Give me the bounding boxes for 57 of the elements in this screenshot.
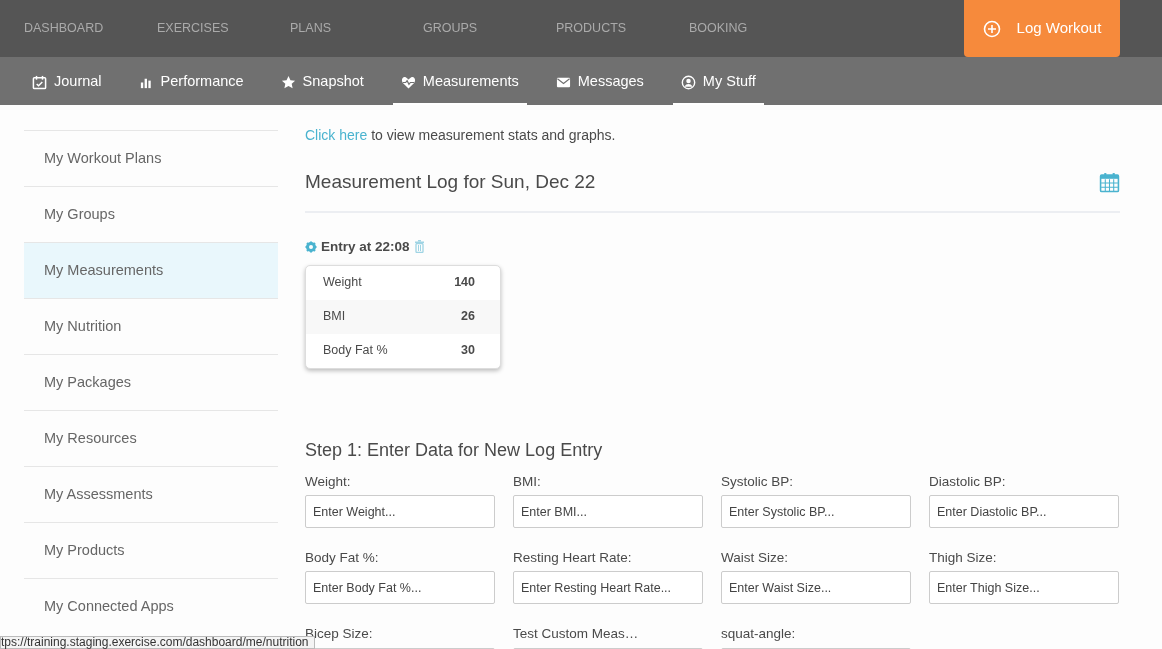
calendar-check-icon [32, 74, 47, 90]
user-circle-icon [680, 74, 696, 90]
nav-link[interactable]: GROUPS [399, 19, 532, 38]
nav-tab[interactable]: Snapshot [280, 61, 364, 105]
input-field[interactable]: Enter Weight... [305, 495, 495, 528]
input-field[interactable]: Enter Thigh Size... [929, 571, 1119, 605]
sidebar-item[interactable]: My Workout Plans [24, 130, 278, 186]
link-tooltip: tps://training.staging.exercise.com/dashboard/me/nutrition [0, 636, 315, 649]
field-label: Systolic BP: [721, 472, 795, 491]
field-label: squat-angle: [721, 625, 797, 644]
field-label: Diastolic BP: [929, 472, 1007, 491]
field-label: Test Custom Meas… [513, 625, 640, 644]
nav-link[interactable]: PRODUCTS [532, 19, 665, 38]
field-label: Body Fat %: [305, 549, 380, 567]
log-title: Measurement Log for Sun, Dec 22 [305, 170, 596, 194]
nav-link[interactable]: EXERCISES [133, 19, 266, 38]
nav-link[interactable]: BOOKING [665, 19, 798, 38]
entry-title: Entry at 22:08 [321, 237, 410, 256]
nav-tab[interactable]: Performance [138, 61, 244, 105]
field-label: Resting Heart Rate: [513, 549, 633, 567]
measurement-value: 140 [454, 274, 475, 292]
sidebar-item[interactable]: My Resources [24, 410, 278, 466]
nav-link[interactable]: DASHBOARD [0, 19, 133, 38]
plus-circle-icon [982, 19, 1001, 38]
field-label: Weight: [305, 472, 352, 491]
sidebar-item[interactable]: My Assessments [24, 466, 278, 522]
sidebar-item[interactable]: My Measurements [24, 242, 278, 298]
measurement-name: BMI [323, 308, 346, 326]
input-field[interactable]: Enter Diastolic BP... [929, 495, 1119, 528]
input-field[interactable]: Enter Systolic BP... [721, 495, 911, 528]
input-field[interactable]: Enter BMI... [513, 495, 703, 528]
nav-tab[interactable]: Journal [32, 61, 102, 105]
input-field[interactable]: Enter Body Fat %... [305, 571, 495, 605]
sidebar-item[interactable]: My Products [24, 522, 278, 578]
field-label: BMI: [513, 472, 542, 491]
star-icon [280, 74, 296, 90]
trash-icon[interactable] [413, 240, 425, 254]
measurement-name: Weight [323, 274, 362, 292]
sidebar-item[interactable]: My Packages [24, 354, 278, 410]
sidebar-item[interactable]: My Connected Apps [24, 578, 278, 634]
field-label: Thigh Size: [929, 549, 998, 567]
intro-text: Click here to view measurement stats and graphs. [305, 126, 617, 145]
field-label: Waist Size: [721, 549, 789, 567]
sidebar-item[interactable]: My Nutrition [24, 298, 278, 354]
input-field[interactable]: Enter Waist Size... [721, 571, 911, 605]
heart-pulse-icon [400, 74, 416, 90]
nav-tab[interactable]: Measurements [392, 61, 527, 105]
input-field[interactable]: Enter Resting Heart Rate... [513, 571, 703, 605]
measurement-value: 26 [461, 308, 475, 326]
calendar-icon[interactable] [1099, 171, 1120, 193]
gear-icon [305, 240, 317, 253]
nav-tab[interactable]: Messages [555, 61, 644, 105]
form-title: Step 1: Enter Data for New Log Entry [305, 438, 604, 462]
nav-tab[interactable]: My Stuff [672, 61, 764, 105]
measurement-value: 30 [461, 342, 475, 360]
nav-link[interactable]: PLANS [266, 19, 399, 38]
measurement-name: Body Fat % [323, 342, 388, 360]
